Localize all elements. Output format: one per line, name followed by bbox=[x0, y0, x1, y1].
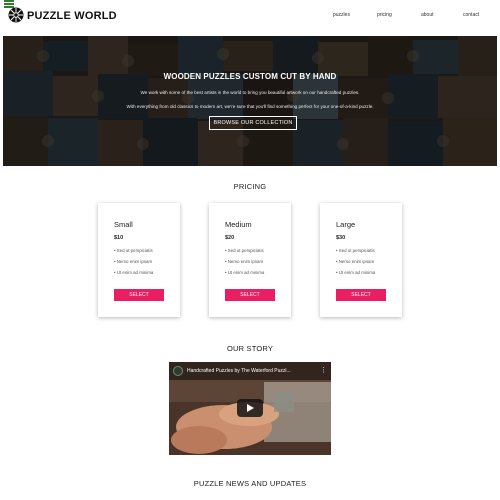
feature-item: Nemo enim ipsam bbox=[114, 259, 153, 270]
feature-item: Sed ut perspiciatis bbox=[336, 248, 375, 259]
channel-avatar[interactable] bbox=[173, 366, 183, 376]
feature-item: Nemo enim ipsam bbox=[336, 259, 375, 270]
pricing-card-large: Large $30 Sed ut perspiciatis Nemo enim … bbox=[320, 203, 402, 317]
feature-item: Ut enim ad minima bbox=[336, 270, 376, 281]
feature-item: Ut enim ad minima bbox=[225, 270, 265, 281]
feature-item: Ut enim ad minima bbox=[114, 270, 154, 281]
plan-price: $10 bbox=[114, 235, 124, 241]
feature-item: Sed ut perspiciatis bbox=[225, 248, 264, 259]
select-large-button[interactable]: SELECT bbox=[336, 289, 386, 301]
play-icon[interactable] bbox=[237, 399, 263, 417]
story-video-player[interactable]: Handcrafted Puzzles by The Waterford Puz… bbox=[169, 362, 331, 455]
hero-overlay bbox=[3, 36, 497, 166]
more-options-icon[interactable]: ⋮ bbox=[320, 366, 327, 374]
pricing-card-small: Small $10 Sed ut perspiciatis Nemo enim … bbox=[98, 203, 180, 317]
site-header: PUZZLE WORLD puzzles pricing about conta… bbox=[0, 0, 500, 34]
plan-features: Sed ut perspiciatis Nemo enim ipsam Ut e… bbox=[336, 248, 376, 281]
plan-name: Medium bbox=[225, 220, 252, 229]
plan-features: Sed ut perspiciatis Nemo enim ipsam Ut e… bbox=[225, 248, 265, 281]
select-medium-button[interactable]: SELECT bbox=[225, 289, 275, 301]
news-title: PUZZLE NEWS AND UPDATES bbox=[193, 479, 307, 488]
browse-collection-button[interactable]: BROWSE OUR COLLECTION bbox=[209, 116, 297, 130]
plan-price: $20 bbox=[225, 235, 235, 241]
nav-link-contact[interactable]: contact bbox=[463, 12, 479, 18]
main-nav: puzzles pricing about contact bbox=[0, 12, 500, 24]
feature-item: Sed ut perspiciatis bbox=[114, 248, 153, 259]
video-title-bar: Handcrafted Puzzles by The Waterford Puz… bbox=[169, 362, 331, 380]
hero-title: WOODEN PUZZLES CUSTOM CUT BY HAND bbox=[163, 72, 337, 81]
plan-features: Sed ut perspiciatis Nemo enim ipsam Ut e… bbox=[114, 248, 154, 281]
video-title[interactable]: Handcrafted Puzzles by The Waterford Puz… bbox=[187, 368, 291, 374]
plan-name: Small bbox=[114, 220, 133, 229]
pricing-card-medium: Medium $20 Sed ut perspiciatis Nemo enim… bbox=[209, 203, 291, 317]
hero-description-1: We work with some of the best artists in… bbox=[140, 90, 360, 95]
plan-name: Large bbox=[336, 220, 356, 229]
plan-price: $30 bbox=[336, 235, 346, 241]
nav-link-about[interactable]: about bbox=[421, 12, 434, 18]
pricing-title: PRICING bbox=[233, 182, 267, 191]
our-story-title: OUR STORY bbox=[226, 344, 274, 353]
select-small-button[interactable]: SELECT bbox=[114, 289, 164, 301]
feature-item: Nemo enim ipsam bbox=[225, 259, 264, 270]
hero-description-2: With everything from old classics to mod… bbox=[126, 104, 374, 109]
nav-link-pricing[interactable]: pricing bbox=[377, 12, 392, 18]
nav-link-puzzles[interactable]: puzzles bbox=[333, 12, 350, 18]
hero-banner: WOODEN PUZZLES CUSTOM CUT BY HAND We wor… bbox=[3, 36, 497, 166]
